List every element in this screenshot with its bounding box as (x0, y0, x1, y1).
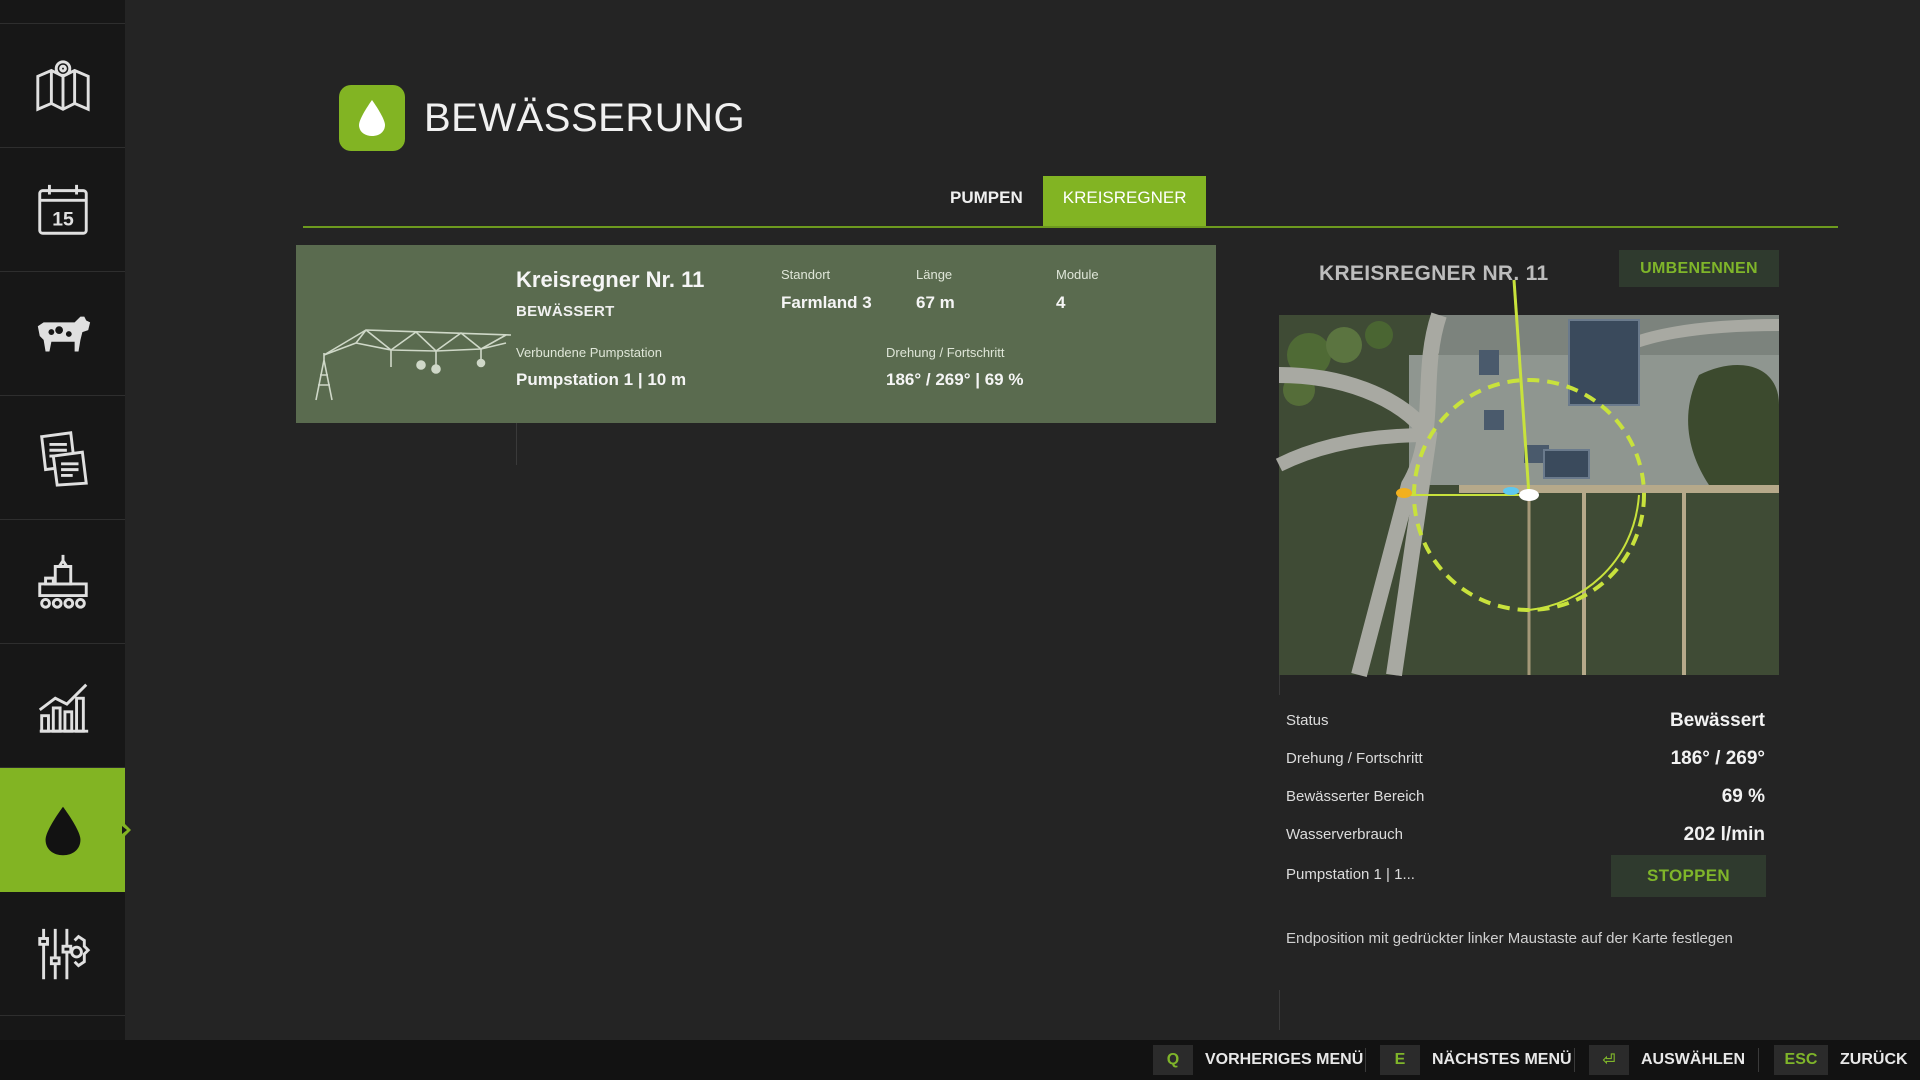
rotation-label: Drehung / Fortschritt (886, 345, 1005, 360)
settings-icon (37, 928, 90, 979)
location-label: Standort (781, 267, 831, 282)
map-icon (35, 59, 90, 111)
statistics-icon (38, 683, 88, 733)
tab-center-pivots[interactable]: KREISREGNER (1042, 176, 1207, 226)
list-item[interactable]: Kreisregner Nr. 11 BEWÄSSERT Standort Fa… (296, 245, 1216, 423)
tab-pumps[interactable]: PUMPEN (930, 176, 1043, 226)
pivot-map[interactable] (1275, 279, 1780, 678)
enter-key-icon: ⏎ (1589, 1045, 1629, 1075)
center-pivot-image (315, 329, 511, 401)
key-esc: ESC (1774, 1045, 1828, 1075)
connected-pump-value: Pumpstation 1 | 10 m (516, 370, 687, 389)
list-divider (516, 423, 517, 465)
rotation-progress-label: Drehung / Fortschritt (1286, 750, 1423, 767)
sidebar-item-contracts[interactable] (0, 396, 125, 520)
length-value: 67 m (916, 293, 955, 312)
location-value: Farmland 3 (781, 293, 872, 312)
footer-separator (1758, 1048, 1759, 1072)
next-menu-label: NÄCHSTES MENÜ (1432, 1051, 1572, 1068)
sidebar-top-spacer (0, 0, 125, 24)
back-label: ZURÜCK (1840, 1051, 1908, 1068)
active-indicator-arrow-inner (122, 826, 127, 834)
next-menu-button[interactable]: E NÄCHSTES MENÜ (1380, 1045, 1572, 1075)
pivot-status: BEWÄSSERT (516, 303, 615, 320)
sidebar-item-animals[interactable] (0, 272, 125, 396)
tab-underline (303, 226, 1838, 228)
map-border-line (1279, 675, 1280, 695)
detail-divider (1279, 990, 1280, 1030)
svg-text:15: 15 (52, 208, 74, 230)
sidebar-item-map[interactable] (0, 24, 125, 148)
tab-bar: PUMPEN KREISREGNER (930, 176, 1207, 226)
select-label: AUSWÄHLEN (1641, 1051, 1745, 1068)
sidebar-item-calendar[interactable]: 15 (0, 148, 125, 272)
pump-station-text: Pumpstation 1 | 1... (1286, 866, 1415, 883)
status-value: Bewässert (1669, 710, 1765, 731)
production-icon (37, 554, 88, 609)
sidebar-item-statistics[interactable] (0, 644, 125, 768)
contracts-icon (39, 430, 88, 487)
water-drop-icon (359, 100, 385, 136)
pivot-name: Kreisregner Nr. 11 (516, 267, 705, 292)
previous-menu-label: VORHERIGES MENÜ (1205, 1051, 1364, 1068)
sidebar-item-irrigation[interactable] (0, 768, 131, 892)
water-usage-value: 202 l/min (1683, 824, 1765, 845)
stop-button[interactable]: STOPPEN (1611, 855, 1766, 897)
modules-label: Module (1056, 267, 1099, 282)
sidebar-item-production[interactable] (0, 520, 125, 644)
key-e: E (1380, 1045, 1420, 1075)
irrigated-area-value: 69 % (1721, 786, 1765, 807)
page-icon (339, 85, 405, 151)
page-title: BEWÄSSERUNG (424, 96, 746, 140)
sidebar-item-settings[interactable] (0, 892, 125, 1016)
previous-menu-button[interactable]: Q VORHERIGES MENÜ (1153, 1045, 1363, 1075)
hint-text: Endposition mit gedrückter linker Mausta… (1286, 930, 1733, 947)
cow-icon (37, 316, 90, 351)
modules-value: 4 (1056, 293, 1066, 312)
calendar-icon: 15 (37, 184, 88, 235)
back-button[interactable]: ESC ZURÜCK (1774, 1045, 1908, 1075)
rotation-progress-value: 186° / 269° (1670, 748, 1765, 769)
water-usage-label: Wasserverbrauch (1286, 826, 1403, 843)
status-label: Status (1286, 712, 1329, 729)
footer-separator (1574, 1048, 1575, 1072)
irrigated-area-label: Bewässerter Bereich (1286, 788, 1425, 805)
select-button[interactable]: ⏎ AUSWÄHLEN (1589, 1045, 1745, 1075)
water-drop-icon (45, 806, 80, 856)
rotation-value: 186° / 269° | 69 % (886, 370, 1024, 389)
footer-separator (1365, 1048, 1366, 1072)
length-label: Länge (916, 267, 953, 282)
sidebar: 15 (0, 0, 131, 1040)
connected-pump-label: Verbundene Pumpstation (516, 345, 662, 360)
key-q: Q (1153, 1045, 1193, 1075)
rename-button[interactable]: UMBENENNEN (1619, 250, 1779, 287)
